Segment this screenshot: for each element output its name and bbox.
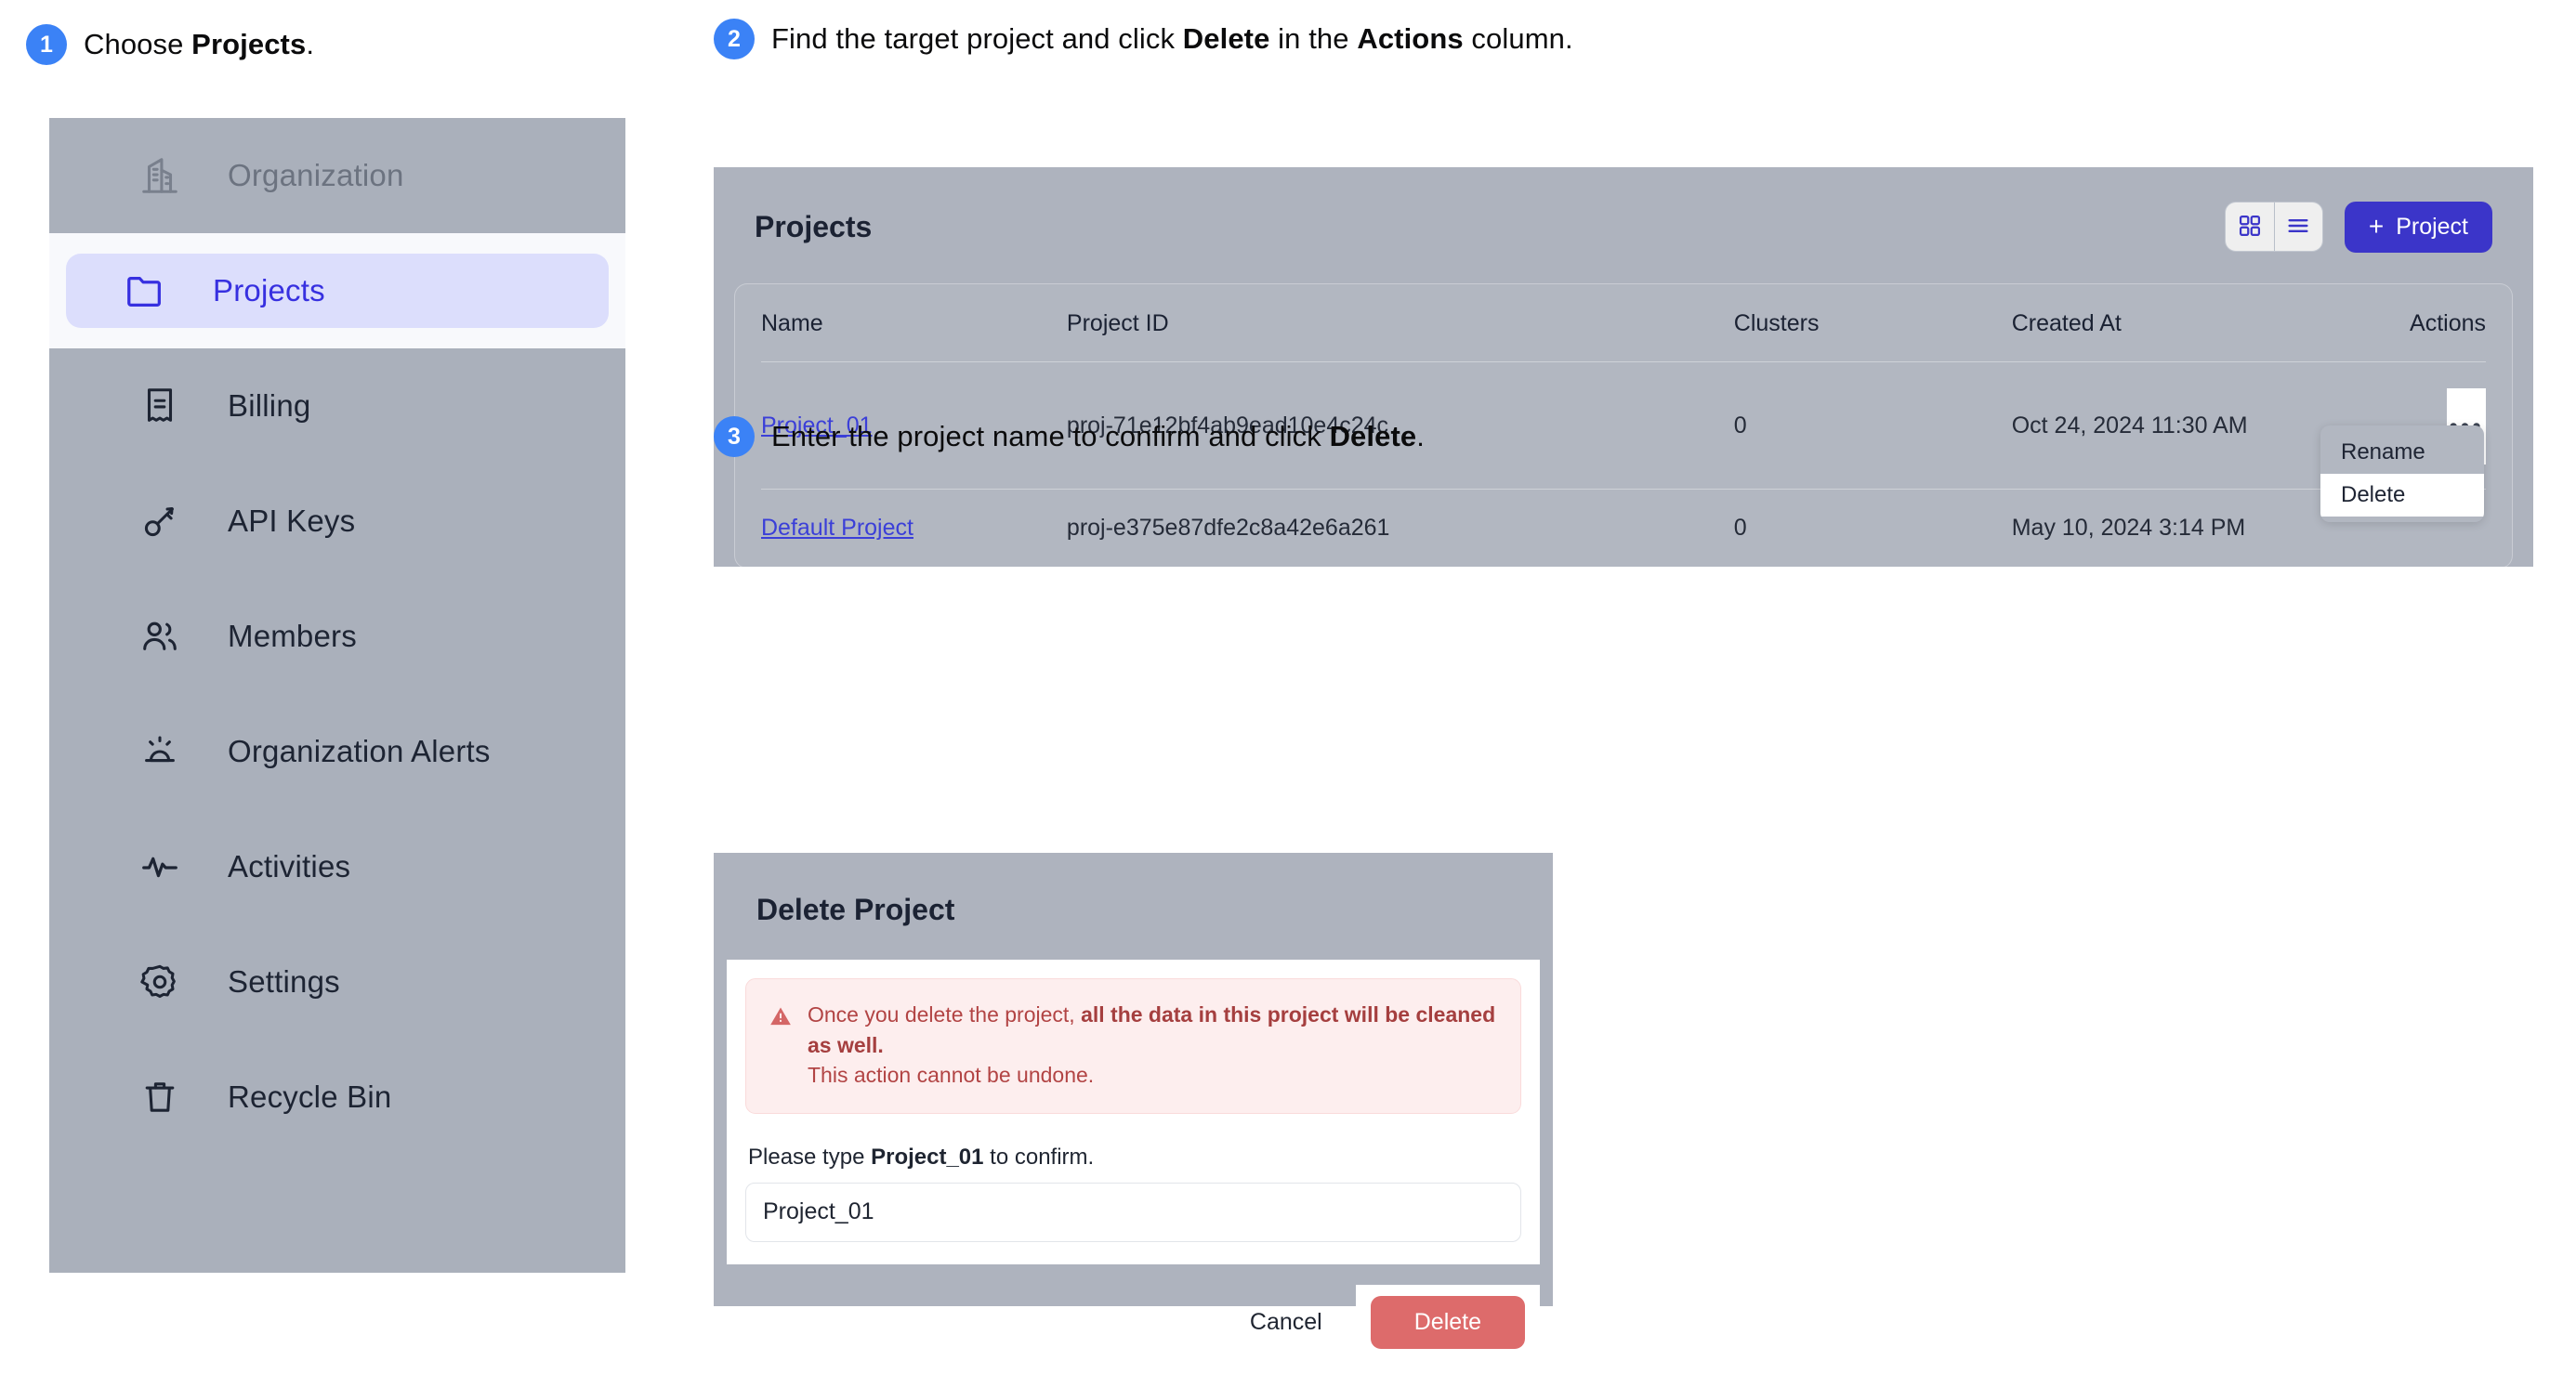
list-view-icon <box>2285 213 2311 242</box>
step-3-heading: 3 Enter the project name to confirm and … <box>714 416 1425 457</box>
cell-clusters: 0 <box>1733 361 2012 490</box>
sidebar-item-members[interactable]: Members <box>49 579 625 694</box>
activity-icon <box>138 845 181 888</box>
menu-item-delete[interactable]: Delete <box>2320 474 2484 517</box>
alert-line2: This action cannot be undone. <box>808 1063 1095 1088</box>
plus-icon: + <box>2368 212 2385 241</box>
sidebar-item-label: Settings <box>228 964 340 999</box>
projects-panel-actions: + Project <box>2224 201 2492 253</box>
step-2-text-pre: Find the target project and click <box>771 22 1183 55</box>
step-2-text-mid: in the <box>1269 22 1358 55</box>
step-1-heading: 1 Choose Projects. <box>26 24 314 65</box>
step-1-text-pre: Choose <box>84 28 192 60</box>
step-3-text-bold: Delete <box>1329 420 1417 452</box>
column-header-clusters: Clusters <box>1733 310 1820 336</box>
projects-panel: Projects + Project Name Project ID Clust… <box>714 167 2533 569</box>
step-3-text-pre: Enter the project name to confirm and cl… <box>771 420 1330 452</box>
sidebar-item-label: Billing <box>228 388 311 423</box>
delete-button-highlight: Delete <box>1355 1284 1540 1360</box>
sidebar-item-organization[interactable]: Organization <box>49 118 625 233</box>
folder-icon <box>124 269 166 312</box>
sidebar-nav: Organization Projects Billing API Keys M… <box>49 118 625 1273</box>
column-header-name: Name <box>761 310 823 336</box>
add-project-button[interactable]: + Project <box>2344 201 2492 253</box>
sidebar-item-label: Activities <box>228 849 351 883</box>
cell-clusters: 0 <box>1733 489 2012 568</box>
table-header-row: Name Project ID Clusters Created At Acti… <box>761 284 2486 362</box>
step-1-badge: 1 <box>26 24 67 65</box>
cancel-button[interactable]: Cancel <box>1220 1296 1352 1349</box>
sidebar-item-label: Members <box>228 619 357 653</box>
row-actions-dropdown: Rename Delete <box>2320 425 2484 522</box>
step-3-text: Enter the project name to confirm and cl… <box>771 420 1425 453</box>
step-1-text: Choose Projects. <box>84 28 314 61</box>
key-icon <box>138 500 181 543</box>
sidebar-item-organization-alerts[interactable]: Organization Alerts <box>49 694 625 809</box>
confirm-post: to confirm. <box>983 1144 1095 1170</box>
dialog-footer: Cancel Delete <box>714 1264 1553 1360</box>
confirm-pre: Please type <box>748 1144 872 1170</box>
table-row: Default Project proj-e375e87dfe2c8a42e6a… <box>761 489 2486 568</box>
projects-table-body: Project_01 proj-71e12bf4ab9ead10e4c24c 0… <box>761 361 2486 568</box>
delete-button[interactable]: Delete <box>1370 1295 1525 1349</box>
delete-project-dialog: Delete Project Once you delete the proje… <box>714 853 1553 1360</box>
add-project-label: Project <box>2396 213 2468 240</box>
gear-icon <box>138 961 181 1003</box>
tutorial-page: 1 Choose Projects. Organization Projects <box>0 0 2576 1374</box>
dialog-body: Once you delete the project, all the dat… <box>727 960 1540 1264</box>
warning-alert: Once you delete the project, all the dat… <box>745 978 1521 1114</box>
step-3-badge: 3 <box>714 416 755 457</box>
cell-project-id: proj-e375e87dfe2c8a42e6a261 <box>1066 489 1734 568</box>
column-header-project-id: Project ID <box>1066 310 1169 336</box>
view-toggle-group <box>2224 202 2323 252</box>
projects-table-head: Name Project ID Clusters Created At Acti… <box>761 284 2486 362</box>
step-1-text-bold: Projects <box>191 28 307 60</box>
dialog-title: Delete Project <box>756 893 955 926</box>
alarm-light-icon <box>138 730 181 773</box>
step-2-heading: 2 Find the target project and click Dele… <box>714 19 1573 59</box>
users-icon <box>138 615 181 658</box>
sidebar-item-billing[interactable]: Billing <box>49 348 625 464</box>
list-view-icon-button[interactable] <box>2273 203 2322 251</box>
step-2-text-bold2: Actions <box>1357 22 1464 55</box>
receipt-icon <box>138 385 181 427</box>
sidebar-item-label: Recycle Bin <box>228 1080 392 1114</box>
step-2-text: Find the target project and click Delete… <box>771 22 1573 56</box>
confirm-project-name-input[interactable] <box>745 1182 1521 1242</box>
trash-icon <box>138 1076 181 1119</box>
sidebar-item-activities[interactable]: Activities <box>49 809 625 924</box>
sidebar-item-api-keys[interactable]: API Keys <box>49 464 625 579</box>
step-2-text-post: column. <box>1463 22 1573 55</box>
step-2-text-bold: Delete <box>1182 22 1270 55</box>
sidebar-item-recycle-bin[interactable]: Recycle Bin <box>49 1040 625 1155</box>
step-1-text-post: . <box>306 28 315 60</box>
confirm-instruction: Please type Project_01 to confirm. <box>748 1145 1521 1171</box>
sidebar-item-label: Organization <box>228 158 404 192</box>
page-title: Projects <box>755 209 873 243</box>
sidebar-item-projects[interactable]: Projects <box>49 233 625 348</box>
sidebar-item-label: API Keys <box>228 504 356 538</box>
sidebar-item-projects-pill[interactable]: Projects <box>66 254 609 328</box>
sidebar-item-label: Organization Alerts <box>228 734 491 768</box>
project-link[interactable]: Default Project <box>761 515 913 541</box>
step-2-badge: 2 <box>714 19 755 59</box>
sidebar-item-label: Projects <box>213 273 325 308</box>
grid-view-icon-button[interactable] <box>2225 203 2274 251</box>
warning-triangle-icon <box>769 1004 793 1028</box>
warning-alert-text: Once you delete the project, all the dat… <box>808 1000 1498 1091</box>
confirm-project-name: Project_01 <box>871 1144 984 1170</box>
sidebar-item-settings[interactable]: Settings <box>49 924 625 1040</box>
column-header-created-at: Created At <box>2011 310 2122 336</box>
cell-name: Default Project <box>761 489 1067 568</box>
building-icon <box>138 154 181 197</box>
step-3-text-post: . <box>1416 420 1425 452</box>
grid-view-icon <box>2237 213 2263 242</box>
projects-panel-header: Projects + Project <box>714 167 2533 260</box>
alert-line1-pre: Once you delete the project, <box>808 1002 1082 1027</box>
column-header-actions: Actions <box>2410 310 2486 336</box>
menu-item-rename[interactable]: Rename <box>2320 431 2484 474</box>
